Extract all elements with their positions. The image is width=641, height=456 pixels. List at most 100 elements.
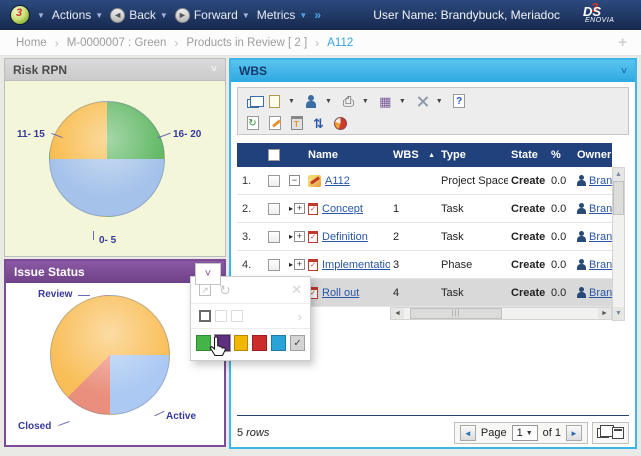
chevron-down-icon[interactable]: ▼	[399, 98, 406, 105]
chart-icon[interactable]	[332, 115, 349, 132]
previous-page-button[interactable]: ◄	[460, 425, 476, 441]
owner-column-header[interactable]: Owner	[574, 149, 612, 161]
breadcrumb-item[interactable]: Products in Review [ 2 ]	[186, 37, 307, 49]
forward-button[interactable]: ► Forward ▼	[175, 8, 250, 23]
print-icon[interactable]: ⎙	[340, 93, 357, 110]
scroll-down-icon[interactable]: ▼	[613, 307, 624, 320]
app-logo-icon[interactable]	[10, 5, 30, 25]
copy-window-icon[interactable]	[244, 93, 261, 110]
item-link[interactable]: Definition	[322, 231, 368, 243]
export-icon[interactable]: ↗	[199, 284, 211, 296]
table-row[interactable]: 2.▸+✓Concept1TaskCreate0.0Brandy	[237, 195, 612, 223]
table-row[interactable]: 3.▸+✓Definition2TaskCreate0.0Brandy	[237, 223, 612, 251]
item-link[interactable]: Implementation	[322, 259, 390, 271]
enovia-logo: 3 DS ENOVIA	[575, 2, 631, 28]
swatch-checkered[interactable]: ✓	[290, 335, 305, 351]
panel-menu-chevron-button[interactable]: ˅	[195, 263, 221, 285]
item-link[interactable]: Concept	[322, 203, 363, 215]
chevron-right-icon[interactable]: ›	[298, 309, 302, 324]
breadcrumb-item[interactable]: Home	[16, 37, 47, 49]
owner-link[interactable]: Brandy	[589, 203, 612, 215]
swatch-blue[interactable]	[271, 335, 286, 351]
breadcrumb-item[interactable]: A112	[327, 37, 353, 49]
overflow-menu-icon[interactable]: »	[314, 8, 321, 22]
close-icon[interactable]: ✕	[291, 282, 302, 298]
swatch-green[interactable]	[196, 335, 211, 351]
reload-icon[interactable]: ↻	[219, 283, 231, 297]
assign-person-icon[interactable]	[303, 93, 320, 110]
scroll-right-icon[interactable]: ►	[598, 308, 611, 319]
type-column-header[interactable]: Type	[438, 149, 508, 161]
next-page-button[interactable]: ►	[566, 425, 582, 441]
owner-link[interactable]: Brandy	[589, 175, 612, 187]
paste-clipboard-icon[interactable]: T	[288, 115, 305, 132]
layout-option-3[interactable]	[231, 310, 243, 322]
refresh-icon[interactable]: ↻	[244, 115, 261, 132]
actions-menu[interactable]: Actions ▼	[52, 8, 103, 22]
breadcrumb-item[interactable]: M-0000007 : Green	[67, 37, 167, 49]
item-link[interactable]: A112	[325, 175, 350, 187]
horizontal-scrollbar[interactable]: ◄ ||| ►	[390, 307, 612, 320]
percent-column-header[interactable]: %	[548, 149, 574, 161]
single-view-icon[interactable]	[612, 427, 624, 439]
horizontal-scroll-thumb[interactable]: |||	[410, 308, 502, 319]
expand-toggle[interactable]: −	[289, 175, 305, 186]
back-button[interactable]: ◄ Back ▼	[110, 8, 168, 23]
row-checkbox[interactable]	[268, 175, 280, 187]
issue-status-pie-chart[interactable]	[50, 295, 170, 415]
name-column-header[interactable]: Name	[305, 149, 390, 161]
chevron-down-icon[interactable]: ▼	[37, 11, 45, 20]
add-icon[interactable]: +	[618, 34, 627, 51]
owner-link[interactable]: Brandy	[589, 259, 612, 271]
swatch-purple[interactable]	[215, 335, 230, 351]
risk-rpn-header: Risk RPN ˅	[4, 58, 226, 80]
page-value: 1	[517, 427, 523, 439]
layout-option-2[interactable]	[215, 310, 227, 322]
state-column-header[interactable]: State	[508, 149, 548, 161]
chevron-down-icon[interactable]: ▼	[362, 98, 369, 105]
table-view-icon[interactable]: ▦	[377, 93, 394, 110]
expand-toggle[interactable]: ▸+	[289, 231, 305, 242]
chevron-down-icon[interactable]: ▼	[325, 98, 332, 105]
risk-rpn-pie-chart[interactable]	[49, 101, 165, 217]
vertical-scrollbar[interactable]: ▲ ▼	[612, 167, 625, 321]
wbs-column-header[interactable]: WBS▲	[390, 149, 438, 161]
scroll-up-icon[interactable]: ▲	[613, 168, 624, 181]
sort-icon[interactable]: ⇅	[310, 115, 327, 132]
expand-toggle[interactable]: ▸+	[289, 203, 305, 214]
collapse-icon[interactable]: −	[289, 175, 300, 186]
chevron-down-icon[interactable]: ▼	[288, 98, 295, 105]
owner-link[interactable]: Brandy	[589, 231, 612, 243]
cascade-view-icon[interactable]	[597, 428, 609, 438]
expand-icon[interactable]: +	[294, 259, 305, 270]
row-checkbox[interactable]	[268, 203, 280, 215]
row-checkbox[interactable]	[268, 259, 280, 271]
select-all-checkbox[interactable]	[259, 149, 289, 161]
user-name-label: User Name: Brandybuck, Meriadoc	[373, 8, 560, 22]
edit-icon[interactable]	[266, 115, 283, 132]
swatch-red[interactable]	[252, 335, 267, 351]
type-cell: Task	[438, 231, 508, 243]
expand-toggle[interactable]: ▸+	[289, 259, 305, 270]
new-content-icon[interactable]	[266, 93, 283, 110]
expand-icon[interactable]: +	[294, 203, 305, 214]
page-select[interactable]: 1 ▼	[512, 425, 538, 441]
scroll-left-icon[interactable]: ◄	[391, 308, 404, 319]
owner-link[interactable]: Brandy	[589, 287, 612, 299]
chevron-down-icon[interactable]: ˅	[211, 64, 217, 75]
expand-icon[interactable]: +	[294, 231, 305, 242]
table-row[interactable]: 4.▸+✓Implementation3PhaseCreate0.0Brandy	[237, 251, 612, 279]
row-checkbox[interactable]	[268, 231, 280, 243]
help-icon[interactable]: ?	[451, 93, 468, 110]
item-link[interactable]: Roll out	[322, 287, 359, 299]
swatch-yellow[interactable]	[234, 335, 249, 351]
metrics-menu[interactable]: Metrics ▼	[257, 8, 308, 22]
layout-option-1[interactable]	[199, 310, 211, 322]
breadcrumb: Home›M-0000007 : Green›Products in Revie…	[0, 30, 641, 56]
tools-icon[interactable]	[414, 93, 431, 110]
vertical-scroll-thumb[interactable]	[613, 181, 624, 215]
chevron-down-icon[interactable]: ▼	[436, 98, 443, 105]
table-row[interactable]: 1.−A112Project SpaceCreate0.0Brandy	[237, 167, 612, 195]
chevron-down-icon[interactable]: ˅	[621, 66, 627, 77]
pie-label-0-5: 0- 5	[99, 235, 116, 246]
